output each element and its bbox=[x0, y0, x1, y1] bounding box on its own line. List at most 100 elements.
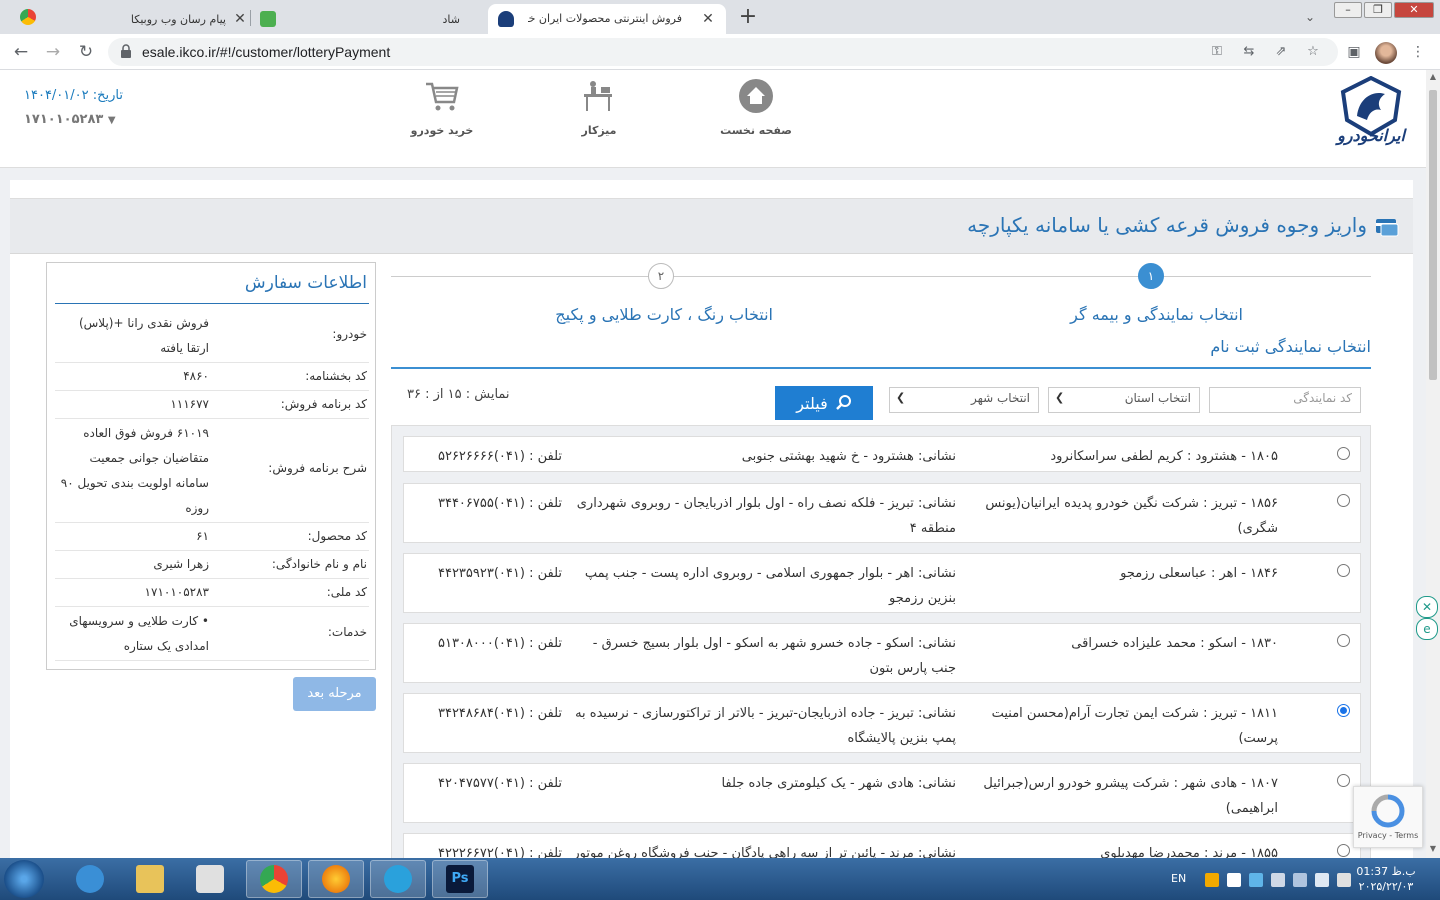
tab-shad[interactable]: شاد bbox=[256, 4, 484, 34]
taskbar-telegram[interactable] bbox=[370, 860, 426, 898]
agency-phone: تلفن : (۰۴۱)۵۲۶۲۶۶۶۶ bbox=[437, 449, 562, 464]
agency-row[interactable]: ۱۸۰۵ - هشترود : کریم لطفی سراسکانرود نشا… bbox=[403, 436, 1361, 472]
agency-radio[interactable] bbox=[1337, 447, 1350, 460]
ikco-logo-text: ایرانخودرو bbox=[1337, 126, 1405, 145]
taskbar-firefox[interactable] bbox=[308, 860, 364, 898]
taskbar-chrome[interactable] bbox=[246, 860, 302, 898]
agency-radio[interactable] bbox=[1337, 634, 1350, 647]
tray-app-icon[interactable] bbox=[1293, 873, 1307, 887]
media-player-icon bbox=[196, 865, 224, 893]
forward-button[interactable]: → bbox=[42, 41, 64, 63]
minimize-button[interactable]: – bbox=[1334, 2, 1362, 18]
tray-app-icon[interactable] bbox=[1249, 873, 1263, 887]
agency-radio[interactable] bbox=[1337, 494, 1350, 507]
order-key: کد برنامه فروش: bbox=[280, 397, 367, 411]
agency-phone: تلفن : (۰۴۱)۴۲۰۴۷۵۷۷ bbox=[437, 776, 562, 791]
next-step-button[interactable]: مرحله بعد bbox=[293, 677, 376, 711]
firefox-icon bbox=[322, 865, 350, 893]
translate-icon[interactable]: ⇆ bbox=[1240, 43, 1258, 61]
agency-row[interactable]: ۱۸۱۱ - تبریز : شرکت ایمن تجارت آرام(محسن… bbox=[403, 693, 1361, 753]
widget-e-icon[interactable]: e bbox=[1416, 618, 1438, 640]
province-select[interactable]: انتخاب استان ❯ bbox=[1048, 387, 1200, 413]
order-row-services: خدمات: • کارت طلایی و سرویسهای امدادی یک… bbox=[55, 607, 369, 661]
network-icon[interactable] bbox=[1315, 873, 1329, 887]
agency-row[interactable]: ۱۸۵۶ - تبریز : شرکت نگین خودرو پدیده ایر… bbox=[403, 483, 1361, 543]
nav-buy-car[interactable]: خرید خودرو bbox=[397, 78, 487, 137]
order-value: ۶۱ bbox=[196, 529, 209, 543]
agency-row[interactable]: ۱۸۴۶ - اهر : عباسعلی رزمجو نشانی: اهر - … bbox=[403, 553, 1361, 613]
share-icon[interactable]: ⇗ bbox=[1272, 43, 1290, 61]
widget-close-icon[interactable]: ✕ bbox=[1416, 596, 1438, 618]
telegram-icon bbox=[384, 865, 412, 893]
agency-row[interactable]: ۱۸۳۰ - اسکو : محمد علیزاده خسراقی نشانی:… bbox=[403, 623, 1361, 683]
agency-name: ۱۸۴۶ - اهر : عباسعلی رزمجو bbox=[1120, 566, 1278, 581]
clock-time: 01:37 ب.ظ bbox=[1356, 865, 1416, 878]
agency-row[interactable]: ۱۸۰۷ - هادی شهر : شرکت پیشرو خودرو ارس(ج… bbox=[403, 763, 1361, 823]
page-content: ایرانخودرو صفحه نخست میزکار خرید خودرو ت… bbox=[0, 70, 1426, 858]
city-select-value: انتخاب شهر bbox=[970, 391, 1030, 405]
new-tab-button[interactable]: + bbox=[735, 5, 761, 31]
taskbar-photoshop[interactable]: Ps bbox=[432, 860, 488, 898]
scroll-up-icon[interactable]: ▲ bbox=[1426, 72, 1440, 86]
agency-radio[interactable] bbox=[1337, 844, 1350, 857]
section-title: انتخاب نمایندگی ثبت نام bbox=[1210, 337, 1371, 356]
start-button[interactable] bbox=[4, 860, 44, 898]
order-row-sale-plan-code: کد برنامه فروش: ۱۱۱۶۷۷ bbox=[55, 391, 369, 419]
nav-home[interactable]: صفحه نخست bbox=[711, 78, 801, 137]
scroll-down-icon[interactable]: ▼ bbox=[1426, 844, 1440, 858]
taskbar-explorer[interactable] bbox=[122, 860, 178, 898]
volume-icon[interactable] bbox=[1337, 873, 1351, 887]
chrome-icon bbox=[260, 865, 288, 893]
order-key: خدمات: bbox=[327, 625, 367, 639]
close-icon[interactable] bbox=[468, 11, 484, 27]
order-row-circular-code: کد بخشنامه: ۴۸۶۰ bbox=[55, 363, 369, 391]
tray-app-icon[interactable] bbox=[1227, 873, 1241, 887]
agency-radio[interactable] bbox=[1337, 774, 1350, 787]
order-row-sale-plan-desc: شرح برنامه فروش: ۶۱۰۱۹ فروش فوق العاده م… bbox=[55, 419, 369, 523]
agency-row[interactable]: ۱۸۵۵ - مرند : محمدرضا مهدیلوی نشانی: مرن… bbox=[403, 833, 1361, 858]
section-underline bbox=[391, 367, 1371, 369]
recaptcha-badge[interactable]: Privacy - Terms bbox=[1353, 786, 1423, 848]
order-value: زهرا شیری bbox=[153, 557, 209, 571]
user-national-id-dropdown[interactable]: ۱۷۱۰۱۰۵۲۸۳ ▼ bbox=[24, 112, 116, 127]
bookmark-star-icon[interactable]: ☆ bbox=[1304, 43, 1322, 61]
tab-rubika[interactable]: ✕ پیام رسان وب روبیکا bbox=[60, 4, 248, 34]
back-button[interactable]: ← bbox=[10, 41, 32, 63]
desk-icon bbox=[584, 81, 612, 111]
browser-menu-icon[interactable]: ⋮ bbox=[1407, 41, 1429, 63]
tab-title: پیام رسان وب روبیکا bbox=[130, 12, 226, 26]
ikco-logo-icon[interactable] bbox=[1333, 76, 1409, 158]
chrome-menu-icon[interactable] bbox=[20, 9, 36, 25]
taskbar-ie[interactable] bbox=[62, 860, 118, 898]
nav-desk-label: میزکار bbox=[581, 124, 617, 137]
profile-avatar[interactable] bbox=[1375, 42, 1397, 64]
omnibox[interactable]: esale.ikco.ir/#!/customer/lotteryPayment… bbox=[108, 38, 1338, 66]
agency-code-input[interactable]: کد نمایندگی bbox=[1209, 387, 1361, 413]
key-icon[interactable]: ⚿ bbox=[1208, 43, 1226, 61]
page-scrollbar[interactable]: ▲ ▼ bbox=[1426, 70, 1440, 858]
reload-button[interactable]: ↻ bbox=[75, 41, 97, 63]
city-select[interactable]: انتخاب شهر ❯ bbox=[889, 387, 1039, 413]
warning-icon[interactable] bbox=[1205, 873, 1219, 887]
close-icon[interactable]: ✕ bbox=[700, 11, 716, 27]
scrollbar-thumb[interactable] bbox=[1429, 90, 1437, 380]
tab-search-icon[interactable]: ⌄ bbox=[1298, 6, 1322, 28]
nav-desk[interactable]: میزکار bbox=[554, 78, 644, 137]
tray-app-icon[interactable] bbox=[1271, 873, 1285, 887]
close-icon[interactable]: ✕ bbox=[232, 11, 248, 27]
filter-button[interactable]: فیلتر bbox=[775, 386, 873, 420]
language-indicator[interactable]: EN bbox=[1171, 872, 1186, 885]
taskbar-media[interactable] bbox=[182, 860, 238, 898]
agency-radio-selected[interactable] bbox=[1337, 704, 1350, 717]
agency-radio[interactable] bbox=[1337, 564, 1350, 577]
window-close-button[interactable]: ✕ bbox=[1394, 2, 1434, 18]
chevron-down-icon: ❯ bbox=[896, 391, 906, 404]
agency-address: نشانی: اهر - بلوار جمهوری اسلامی - روبرو… bbox=[584, 566, 956, 606]
photoshop-icon: Ps bbox=[446, 865, 474, 893]
tab-ikco[interactable]: ✕ فروش اینترنتی محصولات ایران خودرو bbox=[488, 4, 726, 34]
lock-icon bbox=[121, 44, 131, 58]
agency-phone: تلفن : (۰۴۱)۳۴۴۰۶۷۵۵ bbox=[437, 496, 562, 511]
maximize-button[interactable]: ❐ bbox=[1364, 2, 1392, 18]
side-panel-icon[interactable]: ▣ bbox=[1343, 41, 1365, 63]
taskbar-clock[interactable]: 01:37 ب.ظ ۲۰۲۵/۲۲/۰۳ bbox=[1350, 864, 1422, 894]
